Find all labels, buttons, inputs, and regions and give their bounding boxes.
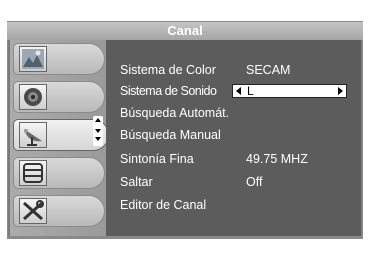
tab-picture[interactable] <box>13 43 105 75</box>
tab-scroll-arrows[interactable] <box>93 116 103 146</box>
menu-item-color-system[interactable]: Sistema de Color <box>120 61 216 79</box>
menu-item-auto-search[interactable]: Búsqueda Automát. <box>120 104 229 122</box>
tools-icon <box>19 198 47 224</box>
skip-value: Off <box>246 175 263 189</box>
window-icon <box>19 160 47 186</box>
arrow-right-icon[interactable] <box>338 87 343 95</box>
menu-item-skip[interactable]: Saltar <box>120 173 153 191</box>
sound-system-selector[interactable]: L <box>232 84 347 98</box>
picture-icon <box>19 46 47 72</box>
tab-sound[interactable] <box>13 81 105 113</box>
menu-item-fine-tune[interactable]: Sintonía Fina <box>120 150 194 168</box>
color-system-value: SECAM <box>246 63 291 77</box>
sound-system-value: L <box>247 84 254 98</box>
speaker-icon <box>19 84 47 110</box>
arrow-left-icon[interactable] <box>236 87 241 95</box>
fine-tune-value: 49.75 MHZ <box>246 152 308 166</box>
menu-title: Canal <box>7 22 363 40</box>
bottom-border <box>7 236 363 239</box>
satellite-dish-icon <box>19 122 47 148</box>
tab-setup[interactable] <box>13 195 105 227</box>
menu-item-sound-system[interactable]: Sistema de Sonido <box>120 82 217 100</box>
tab-screen[interactable] <box>13 157 105 189</box>
menu-item-manual-search[interactable]: Búsqueda Manual <box>120 126 221 144</box>
category-sidebar <box>10 40 109 236</box>
menu-item-channel-editor[interactable]: Editor de Canal <box>120 196 206 214</box>
